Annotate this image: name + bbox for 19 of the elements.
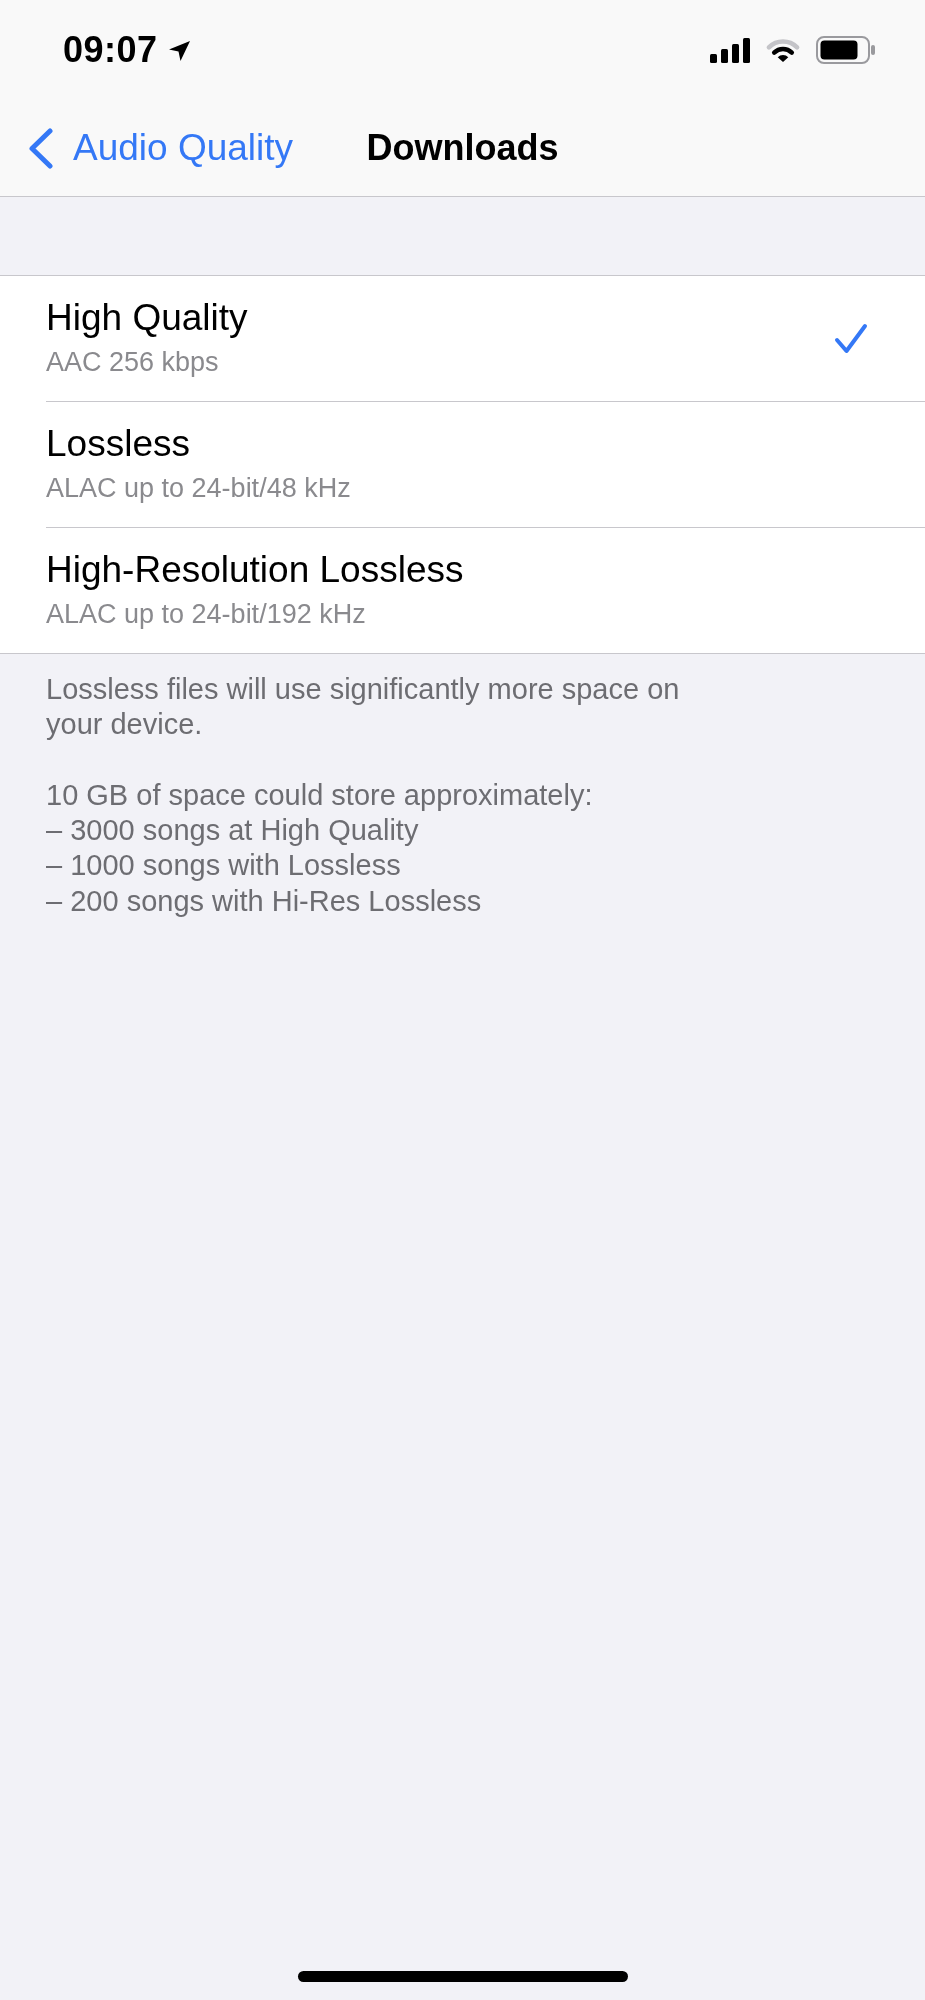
estimate-item: – 1000 songs with Lossless <box>46 848 402 884</box>
option-detail: ALAC up to 24-bit/192 kHz <box>46 598 367 630</box>
nav-title: Downloads <box>366 127 559 169</box>
location-arrow-icon <box>167 40 191 62</box>
wifi-icon <box>765 37 801 63</box>
battery-icon <box>816 36 875 64</box>
option-title: Lossless <box>46 422 191 466</box>
option-detail: AAC 256 kbps <box>46 346 220 378</box>
estimate-heading: 10 GB of space could store approximately: <box>46 777 594 813</box>
chevron-icon <box>28 127 54 169</box>
option-title: High-Resolution Lossless <box>46 548 464 592</box>
estimate-item: – 200 songs with Hi-Res Lossless <box>46 883 483 919</box>
option-title: High Quality <box>46 296 248 340</box>
estimate-item: – 3000 songs at High Quality <box>46 813 420 849</box>
back-button[interactable]: Audio Quality <box>0 127 294 169</box>
option-detail: ALAC up to 24-bit/48 kHz <box>46 472 351 504</box>
signal-bars-icon <box>710 37 750 63</box>
footer-note: Lossless files will use significantly more space on your device. <box>46 672 681 743</box>
status-time: 09:07 <box>63 29 158 71</box>
